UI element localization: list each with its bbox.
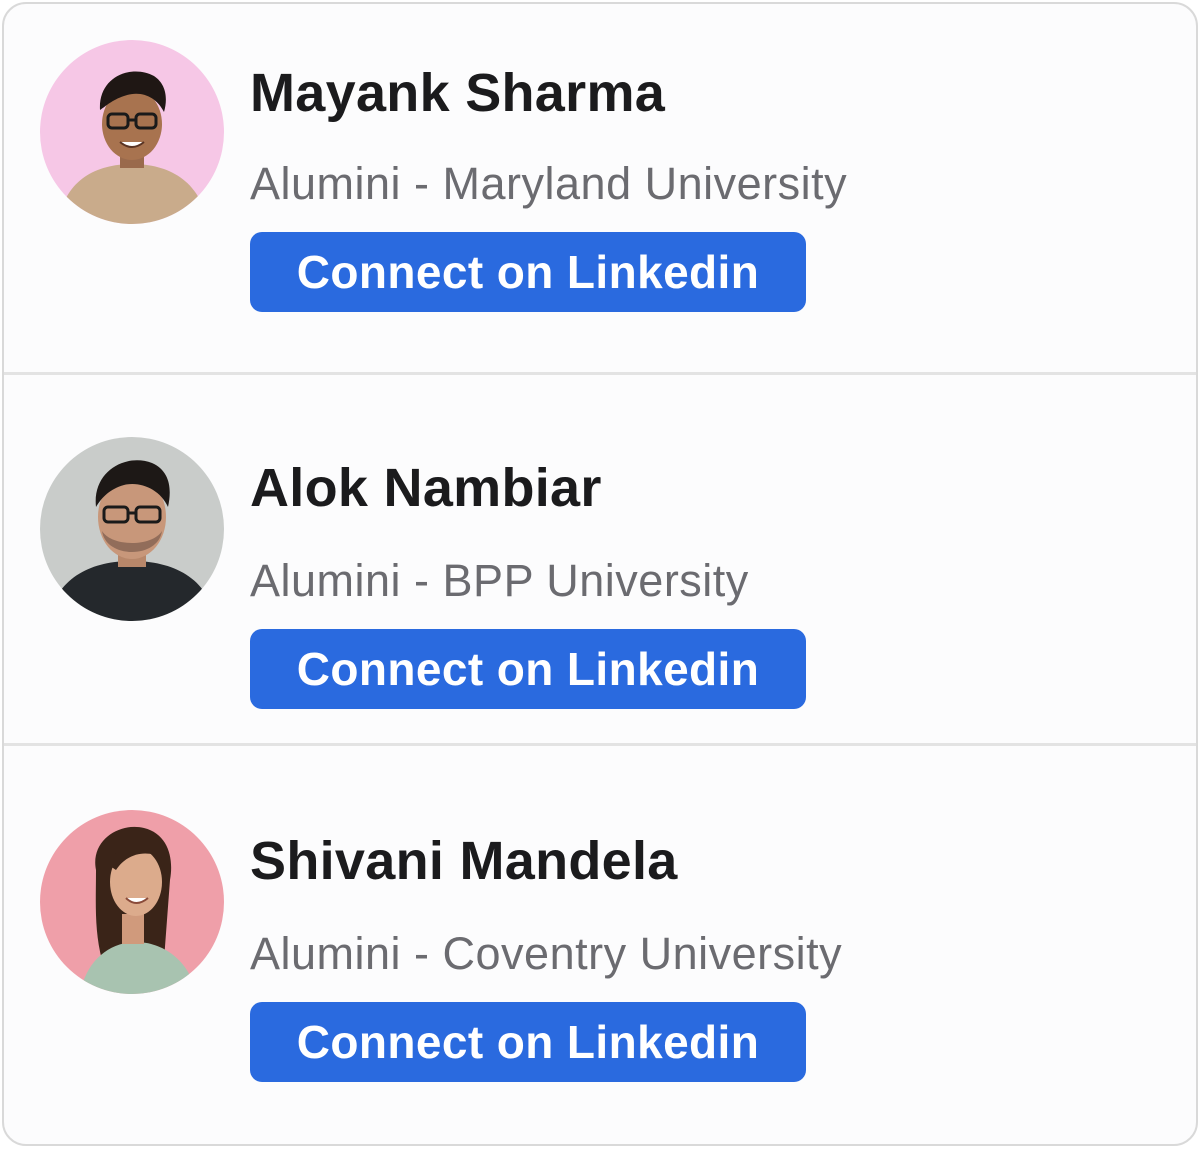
alumni-university: Alumini - Maryland University <box>250 158 848 209</box>
avatar-photo-icon <box>40 810 224 994</box>
avatar <box>40 437 224 621</box>
alumni-row: Shivani Mandela Alumini - Coventry Unive… <box>4 746 1196 1142</box>
connect-linkedin-button[interactable]: Connect on Linkedin <box>250 629 806 709</box>
alumni-name: Shivani Mandela <box>250 831 678 891</box>
alumni-name: Mayank Sharma <box>250 63 666 123</box>
alumni-university: Alumini - Coventry University <box>250 928 843 979</box>
avatar <box>40 40 224 224</box>
alumni-row: Mayank Sharma Alumini - Maryland Univers… <box>4 4 1196 375</box>
alumni-row: Alok Nambiar Alumini - BPP University Co… <box>4 375 1196 746</box>
alumni-card: Mayank Sharma Alumini - Maryland Univers… <box>2 2 1198 1146</box>
connect-linkedin-button[interactable]: Connect on Linkedin <box>250 1002 806 1082</box>
alumni-university: Alumini - BPP University <box>250 555 749 606</box>
avatar <box>40 810 224 994</box>
alumni-name: Alok Nambiar <box>250 458 602 518</box>
avatar-photo-icon <box>40 40 224 224</box>
connect-linkedin-button[interactable]: Connect on Linkedin <box>250 232 806 312</box>
avatar-photo-icon <box>40 437 224 621</box>
